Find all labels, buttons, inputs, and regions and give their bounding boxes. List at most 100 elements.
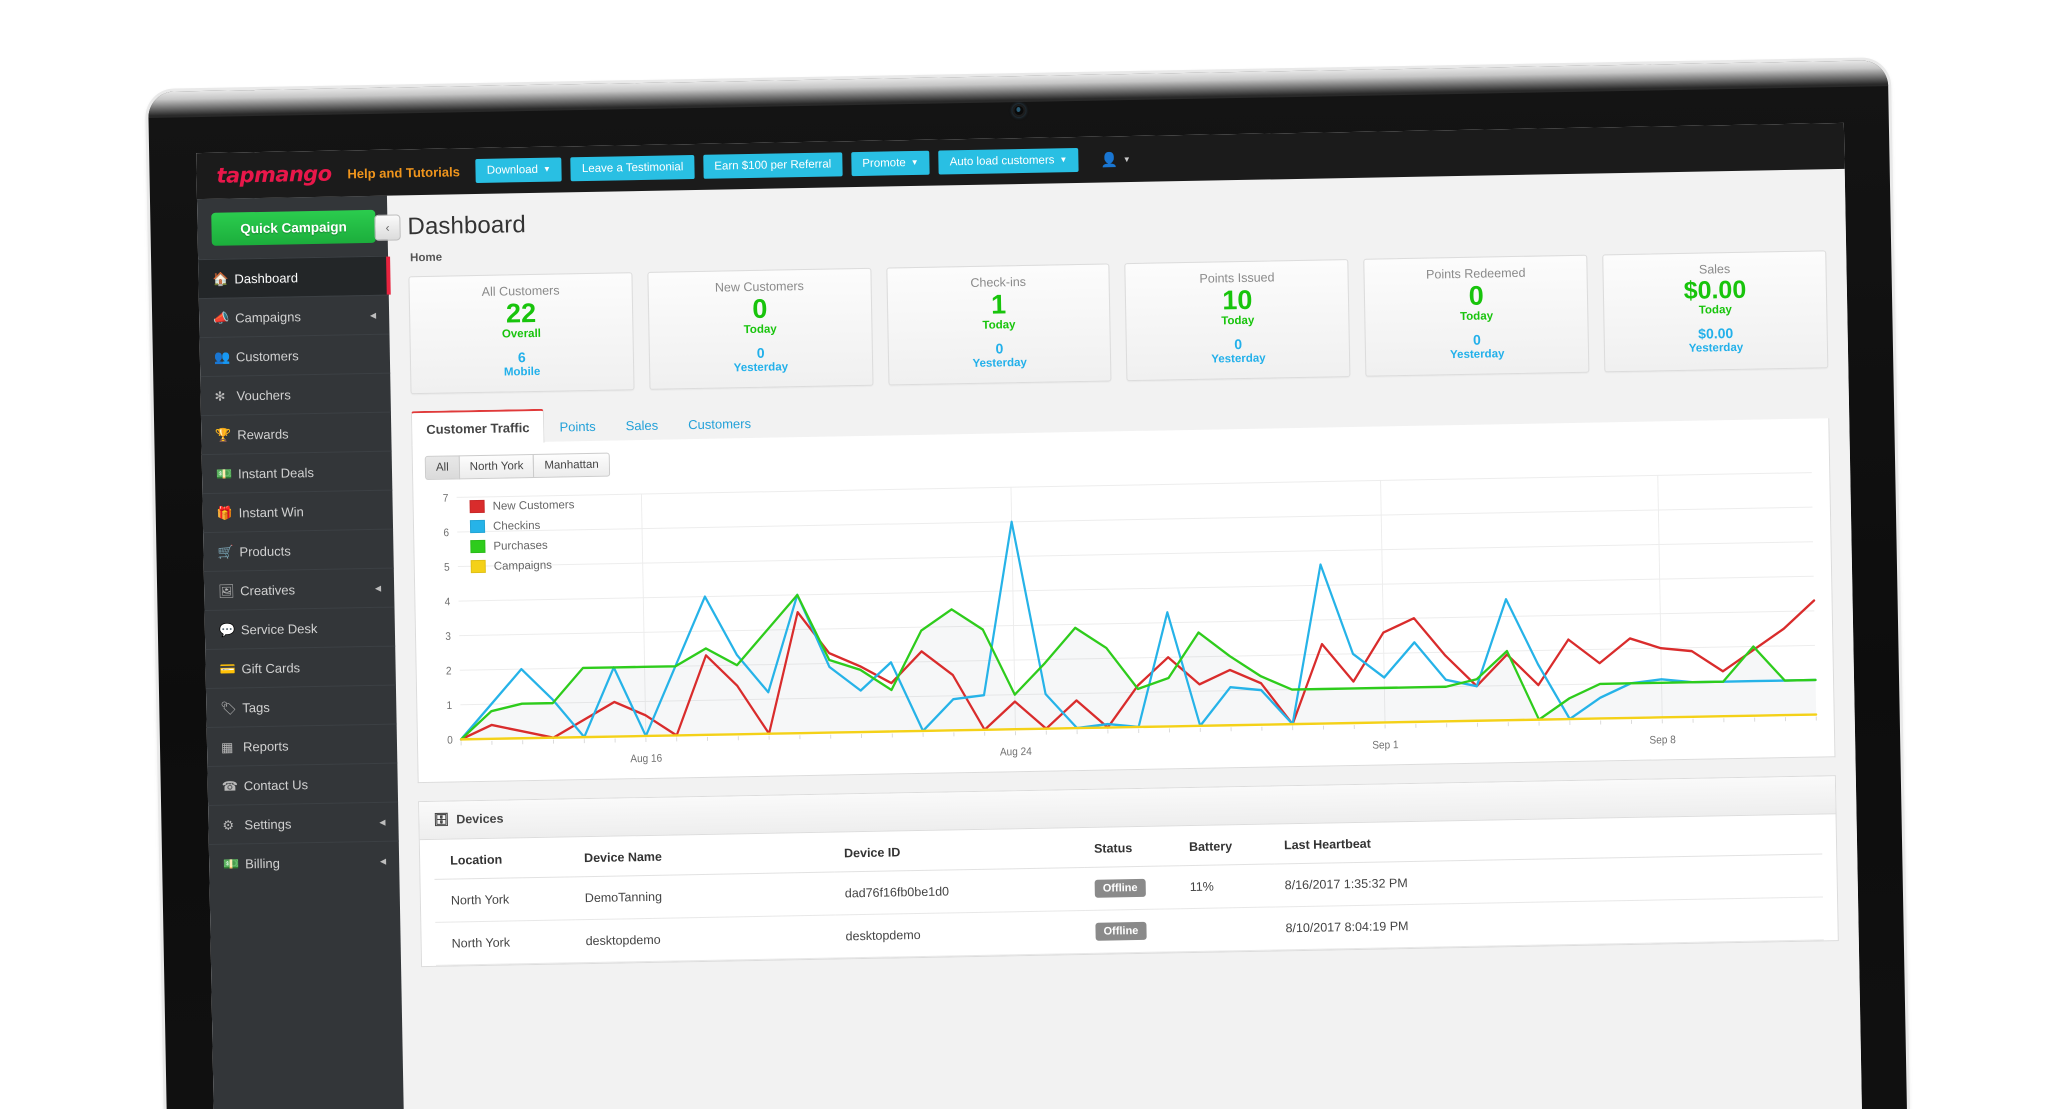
table-column-header[interactable]: Battery: [1178, 824, 1275, 866]
sidebar-item-settings[interactable]: ⚙ Settings ◀: [208, 801, 399, 845]
stat-primary-label: Today: [1221, 314, 1255, 328]
navbar-button-4[interactable]: Auto load customers ▼: [938, 147, 1079, 175]
chart-gridline: [457, 541, 1814, 567]
screen-content: tapmango Help and Tutorials Download ▼ Lea…: [196, 122, 1864, 1109]
stat-card-check-ins[interactable]: Check-ins 1 Today 0 Yesterday: [885, 263, 1112, 386]
sidebar-item-label: Instant Deals: [237, 464, 315, 481]
trophy-icon: 🏆: [215, 427, 232, 443]
sidebar-item-service-desk[interactable]: 💬 Service Desk: [204, 606, 396, 650]
sidebar-item-contact-us[interactable]: ☎ Contact Us: [207, 762, 399, 806]
legend-label: Campaigns: [493, 559, 553, 573]
app-logo[interactable]: tapmango: [208, 162, 337, 188]
table-column-header[interactable]: Location: [433, 837, 575, 880]
legend-item[interactable]: New Customers: [469, 495, 575, 517]
stat-card-all-customers[interactable]: All Customers 22 Overall 6 Mobile: [408, 272, 635, 395]
sidebar-item-vouchers[interactable]: ✻ Vouchers: [200, 372, 391, 416]
y-axis-tick-label: 5: [444, 561, 450, 574]
sidebar-item-label: Tags: [242, 699, 270, 715]
sidebar-menu: 🏠 Dashboard 📣 Campaigns ◀ 👥 Customers ✻ Vouchers…: [198, 255, 400, 884]
chevron-left-icon: ◀: [379, 856, 387, 866]
legend-swatch: [470, 540, 486, 554]
sidebar-item-label: Vouchers: [236, 386, 291, 403]
chart-gridline: [458, 575, 1814, 602]
x-axis-tick-label: Aug 16: [630, 752, 662, 765]
main-content: Dashboard Home All Customers 22 Overall 6 Mo…: [386, 168, 1864, 1109]
navbar-button-label: Promote: [862, 156, 906, 170]
sidebar-item-creatives[interactable]: 🖼 Creatives ◀: [203, 567, 395, 611]
sidebar-item-customers[interactable]: 👥 Customers: [199, 333, 391, 377]
tab-sales[interactable]: Sales: [610, 407, 673, 441]
filter-manhattan[interactable]: Manhattan: [533, 452, 610, 478]
filter-all[interactable]: All: [424, 455, 460, 480]
cell-battery: [1180, 906, 1276, 952]
quick-campaign-wrap: Quick Campaign: [197, 196, 388, 259]
legend-label: Purchases: [493, 539, 548, 553]
sidebar-item-tags[interactable]: 🏷 Tags: [205, 684, 397, 728]
sidebar-item-reports[interactable]: ▦ Reports: [206, 723, 398, 767]
filter-north-york[interactable]: North York: [458, 453, 535, 480]
customer-traffic-chart: 0 1 2 3 4 5 6 7 Aug 16 Aug 24 Sep 1 Sep 8 New Custo…: [425, 464, 1822, 777]
navbar-button-label: Earn $100 per Referral: [714, 158, 832, 173]
help-and-tutorials-link[interactable]: Help and Tutorials: [347, 164, 466, 181]
navbar-button-1[interactable]: Leave a Testimonial: [570, 154, 695, 182]
table-column-header[interactable]: Status: [1083, 826, 1180, 868]
stat-primary-label: Overall: [501, 327, 542, 341]
cell-device-name: desktopdemo: [575, 914, 836, 963]
stat-secondary-label: Yesterday: [1688, 341, 1744, 355]
sidebar-item-billing[interactable]: 💵 Billing ◀: [208, 840, 400, 884]
stat-primary-label: Today: [743, 323, 777, 337]
cell-device-name: DemoTanning: [574, 872, 836, 920]
cell-battery: 11%: [1179, 863, 1276, 909]
legend-item[interactable]: Purchases: [470, 535, 575, 557]
stat-card-row: All Customers 22 Overall 6 Mobile New Custome…: [408, 250, 1829, 395]
chevron-left-icon: ◀: [379, 817, 386, 827]
navbar-button-3[interactable]: Promote ▼: [851, 150, 930, 177]
sidebar-item-instant-deals[interactable]: 💵 Instant Deals: [201, 450, 393, 494]
navbar-button-2[interactable]: Earn $100 per Referral: [703, 151, 843, 180]
certificate-icon: ✻: [214, 388, 226, 404]
legend-swatch: [470, 560, 486, 574]
stat-card-new-customers[interactable]: New Customers 0 Today 0 Yesterday: [647, 267, 874, 390]
legend-item[interactable]: Campaigns: [470, 555, 576, 577]
sidebar-item-products[interactable]: 🛒 Products: [203, 528, 394, 572]
y-axis-tick-label: 0: [447, 734, 453, 747]
chart-gridline-vertical: [1657, 475, 1663, 718]
chevron-left-icon: ◀: [374, 583, 382, 593]
chevron-left-icon: ◀: [369, 310, 377, 320]
sidebar-item-gift-cards[interactable]: 💳 Gift Cards: [205, 645, 396, 689]
sidebar-item-rewards[interactable]: 🏆 Rewards: [200, 411, 392, 455]
chart-gridline: [457, 506, 1813, 533]
chevron-down-icon: ▼: [1059, 154, 1068, 164]
status-badge: Offline: [1084, 865, 1181, 911]
tab-customers[interactable]: Customers: [673, 406, 766, 441]
stat-secondary-label: Yesterday: [733, 361, 789, 375]
sidebar-collapse-button[interactable]: ‹: [374, 214, 401, 241]
sidebar-item-label: Instant Win: [238, 503, 304, 520]
chevron-down-icon: ▼: [910, 157, 919, 167]
navbar-button-0[interactable]: Download ▼: [475, 157, 563, 184]
sidebar-item-label: Reports: [242, 738, 289, 754]
legend-item[interactable]: Checkins: [469, 515, 575, 537]
sidebar-item-label: Campaigns: [235, 308, 302, 325]
cell-device-id: dad76f16fb0be1d0: [834, 867, 1086, 915]
sidebar-item-dashboard[interactable]: 🏠 Dashboard: [198, 255, 389, 299]
stat-secondary-label: Yesterday: [1449, 348, 1505, 362]
stat-card-sales[interactable]: Sales $0.00 Today $0.00 Yesterday: [1602, 250, 1829, 373]
stat-card-points-redeemed[interactable]: Points Redeemed 0 Today 0 Yesterday: [1363, 254, 1590, 377]
quick-campaign-button[interactable]: Quick Campaign: [211, 209, 376, 246]
y-axis-tick-label: 6: [443, 527, 449, 540]
legend-swatch: [469, 520, 486, 534]
stat-primary-label: Today: [982, 319, 1016, 332]
table-icon: ▦: [220, 739, 234, 755]
stat-primary-value: $0.00: [1683, 275, 1747, 305]
table-column-header[interactable]: Device Name: [573, 832, 835, 877]
tab-customer-traffic[interactable]: Customer Traffic: [410, 408, 545, 446]
stat-card-points-issued[interactable]: Points Issued 10 Today 0 Yesterday: [1124, 259, 1351, 382]
sidebar-item-instant-win[interactable]: 🎁 Instant Win: [202, 489, 394, 533]
user-menu[interactable]: 👤 ▼: [1100, 151, 1131, 169]
table-column-header[interactable]: Device ID: [833, 827, 1085, 873]
money-icon: 💵: [223, 855, 240, 872]
chevron-down-icon: ▼: [1122, 154, 1131, 164]
tab-points[interactable]: Points: [544, 409, 611, 443]
sidebar-item-campaigns[interactable]: 📣 Campaigns ◀: [198, 294, 390, 338]
